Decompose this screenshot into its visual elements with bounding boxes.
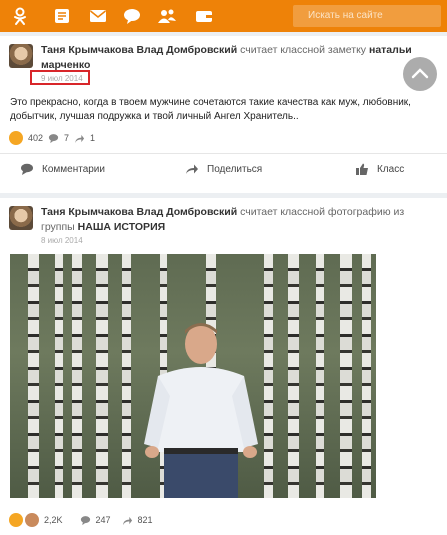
tree-trunk — [288, 254, 299, 498]
post-header: Таня Крымчакова Влад Домбровский считает… — [41, 205, 431, 235]
author-name[interactable]: Таня Крымчакова Влад Домбровский — [41, 44, 237, 56]
likes-count[interactable]: 402 — [28, 133, 43, 143]
post-action-text: считает классной заметку — [240, 44, 367, 56]
comment-icon — [80, 515, 90, 525]
discussions-icon[interactable] — [122, 6, 142, 26]
shares-count[interactable]: 821 — [138, 515, 153, 525]
scroll-to-top-button[interactable] — [403, 57, 437, 91]
author-name[interactable]: Таня Крымчакова Влад Домбровский — [41, 206, 237, 218]
thumbs-up-icon — [356, 163, 368, 175]
wallet-icon[interactable] — [194, 6, 214, 26]
avatar[interactable] — [9, 44, 33, 68]
search-input[interactable]: Искать на сайте — [293, 5, 441, 27]
divider — [0, 153, 447, 154]
comments-button[interactable]: Комментарии — [20, 163, 105, 175]
odnoklassniki-logo-icon[interactable] — [10, 6, 30, 26]
like-label: Класс — [377, 163, 405, 175]
post-header: Таня Крымчакова Влад Домбровский считает… — [41, 43, 431, 73]
feed-icon[interactable] — [52, 6, 72, 26]
tree-trunk — [96, 254, 108, 498]
shares-count[interactable]: 1 — [90, 133, 95, 143]
messages-icon[interactable] — [88, 6, 108, 26]
post-photo[interactable] — [10, 254, 376, 498]
tree-trunk — [72, 254, 82, 498]
likes-count[interactable]: 2,2K — [44, 515, 63, 525]
share-label: Поделиться — [207, 163, 263, 175]
comments-count[interactable]: 247 — [96, 515, 111, 525]
top-navigation-bar: Искать на сайте — [0, 0, 447, 32]
like-badge-icon — [9, 131, 23, 145]
feed-post-note: Таня Крымчакова Влад Домбровский считает… — [0, 36, 447, 193]
avatar[interactable] — [9, 206, 33, 230]
comments-label: Комментарии — [42, 163, 105, 175]
reaction-badge-icon — [25, 513, 39, 527]
post-date: 8 июл 2014 — [41, 236, 83, 245]
friends-icon[interactable] — [157, 6, 177, 26]
share-icon — [186, 164, 198, 174]
post-text: Это прекрасно, когда в твоем мужчине соч… — [10, 97, 411, 122]
post-stats: 402 7 1 — [9, 131, 95, 145]
highlight-box — [30, 70, 90, 85]
feed-post-photo: Таня Крымчакова Влад Домбровский считает… — [0, 198, 447, 535]
tree-trunk — [122, 254, 131, 498]
group-link[interactable]: НАША ИСТОРИЯ — [78, 221, 166, 233]
share-icon — [74, 134, 85, 143]
chevron-up-icon — [411, 68, 429, 79]
share-button[interactable]: Поделиться — [185, 163, 262, 175]
tree-trunk — [55, 254, 63, 498]
person-figure — [144, 323, 258, 498]
share-icon — [122, 516, 132, 525]
comments-count[interactable]: 7 — [64, 133, 69, 143]
like-button[interactable]: Класс — [355, 163, 404, 175]
like-badge-icon — [9, 513, 23, 527]
comment-icon — [48, 133, 59, 143]
post-stats: 2,2K 247 821 — [9, 513, 153, 527]
tree-trunk — [340, 254, 352, 498]
tree-trunk — [362, 254, 371, 498]
tree-trunk — [316, 254, 324, 498]
tree-trunk — [28, 254, 39, 498]
comment-icon — [21, 163, 33, 175]
